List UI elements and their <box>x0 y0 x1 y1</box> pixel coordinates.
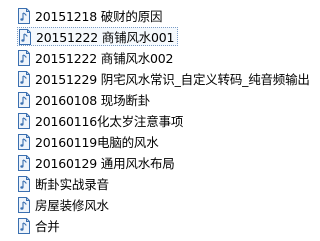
audio-file-icon <box>17 49 31 66</box>
file-item-11[interactable]: 合并 <box>17 216 63 235</box>
audio-file-icon <box>17 154 31 171</box>
audio-file-icon <box>17 217 31 234</box>
audio-file-icon <box>17 91 31 108</box>
file-item-1[interactable]: 20151218 破财的原因 <box>17 6 165 25</box>
file-item-7[interactable]: 20160119电脑的风水 <box>17 132 162 151</box>
file-item-3[interactable]: 20151222 商铺风水002 <box>17 48 176 67</box>
file-name: 20151222 商铺风水002 <box>35 51 174 66</box>
audio-file-icon <box>17 112 31 129</box>
audio-file-icon <box>18 28 32 45</box>
file-item-8[interactable]: 20160129 通用风水布局 <box>17 153 178 172</box>
file-name: 20151218 破财的原因 <box>35 9 163 24</box>
file-name: 20151229 阴宅风水常识_自定义转码_纯音频输出 <box>35 72 310 87</box>
file-name: 20151222 商铺风水001 <box>36 30 175 45</box>
audio-file-icon <box>17 196 31 213</box>
audio-file-icon <box>17 175 31 192</box>
audio-file-icon <box>17 133 31 150</box>
file-name: 断卦实战录音 <box>35 177 109 192</box>
file-item-5[interactable]: 20160108 现场断卦 <box>17 90 153 109</box>
audio-file-icon <box>17 70 31 87</box>
file-name: 20160116化太岁注意事项 <box>35 114 184 129</box>
file-name: 合并 <box>35 219 60 234</box>
file-item-6[interactable]: 20160116化太岁注意事项 <box>17 111 186 130</box>
file-item-2[interactable]: 20151222 商铺风水001 <box>17 27 179 46</box>
file-name: 20160129 通用风水布局 <box>35 156 175 171</box>
file-list: 20151218 破财的原因 20151222 商铺风水001 20151222… <box>0 0 310 241</box>
file-item-4[interactable]: 20151229 阴宅风水常识_自定义转码_纯音频输出 <box>17 69 313 88</box>
audio-file-icon <box>17 7 31 24</box>
file-name: 20160108 现场断卦 <box>35 93 150 108</box>
file-item-10[interactable]: 房屋装修风水 <box>17 195 112 214</box>
file-name: 20160119电脑的风水 <box>35 135 159 150</box>
file-item-9[interactable]: 断卦实战录音 <box>17 174 112 193</box>
file-name: 房屋装修风水 <box>35 198 109 213</box>
